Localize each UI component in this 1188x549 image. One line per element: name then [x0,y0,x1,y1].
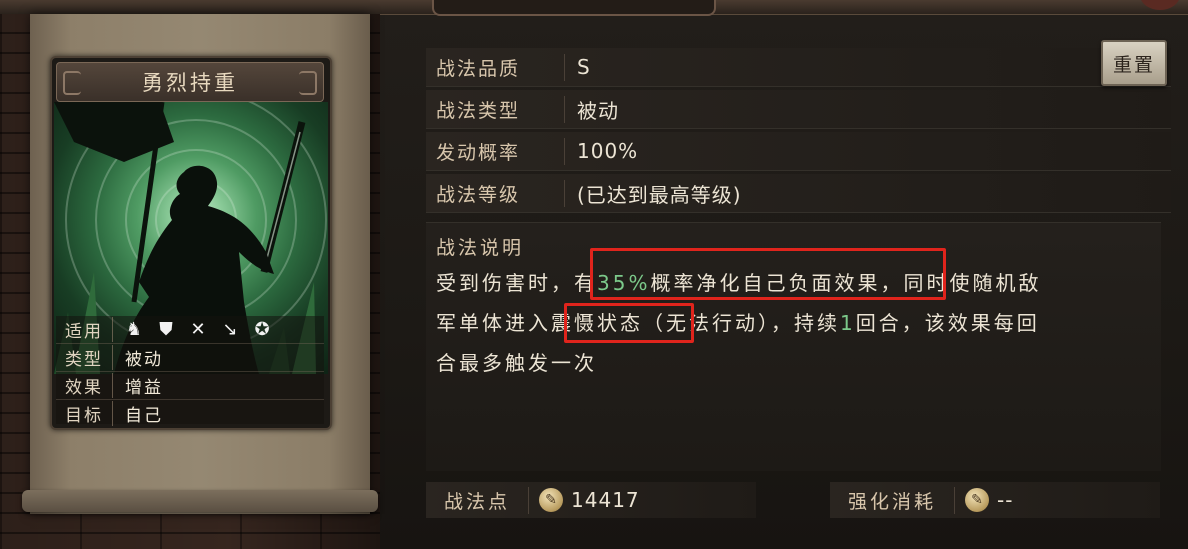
crossed-bows-icon: ✕ [190,319,206,340]
attr-value: S [577,55,591,79]
attr-row-probability: 发动概率 100% [426,132,1171,171]
description-line-3: 合最多触发一次 [436,351,597,375]
attr-label: 发动概率 [426,137,565,165]
scroll-rod [22,490,378,512]
info-label: 类型 [56,345,113,370]
info-row-target: 目标 自己 [56,400,324,427]
annotation-box-purify [590,248,946,300]
tactic-points-bar: 战法点 ✎ 14417 [426,482,756,518]
tactic-points-label: 战法点 [426,486,530,514]
info-row-effect: 效果 增益 [56,372,324,400]
game-screen: 勇烈持重 适用 ♞ ⛊ ✕ ↘ ✪ 类型 被动 效果 增益 目标 自己 战法品质… [0,0,1188,549]
attr-label: 战法类型 [426,95,565,123]
tactic-point-coin-icon: ✎ [539,488,564,512]
tactic-card-info: 适用 ♞ ⛊ ✕ ↘ ✪ 类型 被动 效果 增益 目标 自己 [56,316,324,427]
info-row-applicable: 适用 ♞ ⛊ ✕ ↘ ✪ [56,316,324,344]
spear-icon: ↘ [222,319,238,340]
attr-value: 100% [577,139,639,163]
shield-icon: ⛊ [159,319,173,340]
attr-value: 被动 [577,98,619,123]
attr-label: 战法等级 [426,179,565,207]
attr-row-type: 战法类型 被动 [426,90,1171,129]
tactic-point-coin-icon: ✎ [965,488,990,512]
upgrade-cost-value: -- [997,488,1014,512]
tactic-points-value: 14417 [571,488,640,512]
description-line-2: 军单体进入震慑状态（无法行动），持续1回合，该效果每回 [436,311,1040,335]
info-value: 自己 [125,406,163,426]
highlight-rounds: 1 [840,311,856,335]
attr-label: 战法品质 [426,53,565,81]
info-value: 增益 [125,378,163,398]
horse-icon: ♞ [125,319,143,340]
tactic-card: 勇烈持重 适用 ♞ ⛊ ✕ ↘ ✪ 类型 被动 效果 增益 目标 自己 [50,56,332,430]
info-label: 效果 [56,373,113,398]
info-value: 被动 [125,350,163,370]
info-label: 目标 [56,401,113,426]
info-label: 适用 [56,317,113,342]
annotation-box-stun [564,303,694,343]
upgrade-cost-bar: 强化消耗 ✎ -- [830,482,1160,518]
reset-button[interactable]: 重置 [1101,40,1167,86]
tactic-name: 勇烈持重 [142,71,238,95]
info-row-type: 类型 被动 [56,344,324,372]
wheel-icon: ✪ [254,319,270,340]
top-frame-center [432,0,716,16]
attr-row-level: 战法等级 (已达到最高等级) [426,174,1171,213]
description-title: 战法说明 [436,237,525,259]
tactic-card-title-bar: 勇烈持重 [56,62,324,102]
applicable-troop-icons: ♞ ⛊ ✕ ↘ ✪ [113,319,273,341]
attr-value: (已达到最高等级) [577,182,742,207]
upgrade-cost-label: 强化消耗 [830,486,956,514]
attr-row-quality: 战法品质 S [426,48,1171,87]
